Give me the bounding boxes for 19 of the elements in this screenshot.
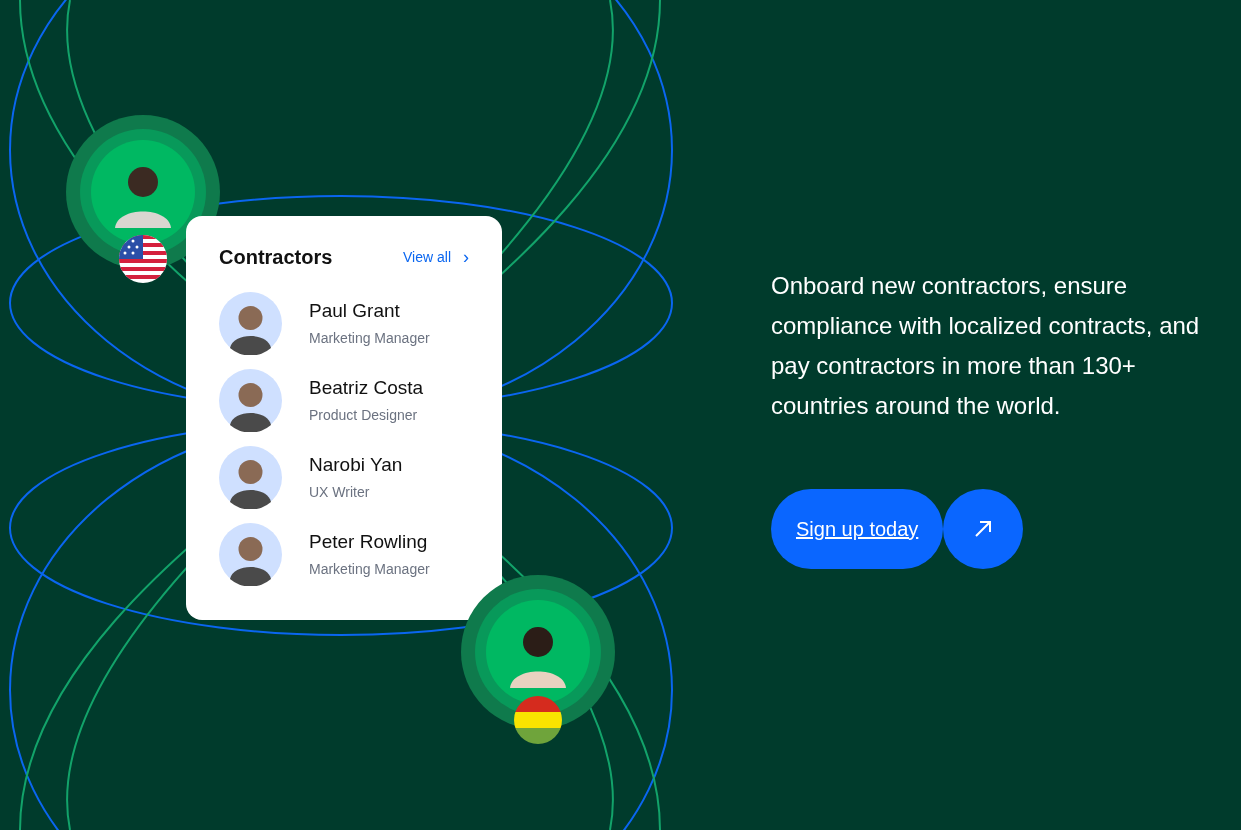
view-all-link[interactable]: View all › xyxy=(403,243,469,271)
sign-up-button[interactable]: Sign up today xyxy=(771,489,944,569)
contractor-name: Beatriz Costa xyxy=(309,376,424,400)
contractor-name: Paul Grant xyxy=(309,299,401,323)
contractor-role: Marketing Manager xyxy=(309,329,430,348)
avatar-icon xyxy=(219,292,282,355)
contractor-name: Narobi Yan xyxy=(309,453,403,477)
avatar-icon xyxy=(219,446,282,509)
arrow-icon xyxy=(974,520,993,538)
description-text: Onboard new contractors, ensure compliance with localized contracts, and pay contractors in more than 130+ countries around the world. xyxy=(771,271,1201,421)
avatar-icon xyxy=(219,523,282,586)
contractor-role: Marketing Manager xyxy=(309,560,430,579)
flag-icon xyxy=(514,696,562,744)
contractor-role: UX Writer xyxy=(309,483,371,502)
avatar-icon xyxy=(219,369,282,432)
flag-icon xyxy=(119,235,167,283)
contractor-role: Product Designer xyxy=(309,406,419,425)
contractor-name: Peter Rowling xyxy=(309,530,429,554)
card-title: Contractors xyxy=(219,245,333,270)
